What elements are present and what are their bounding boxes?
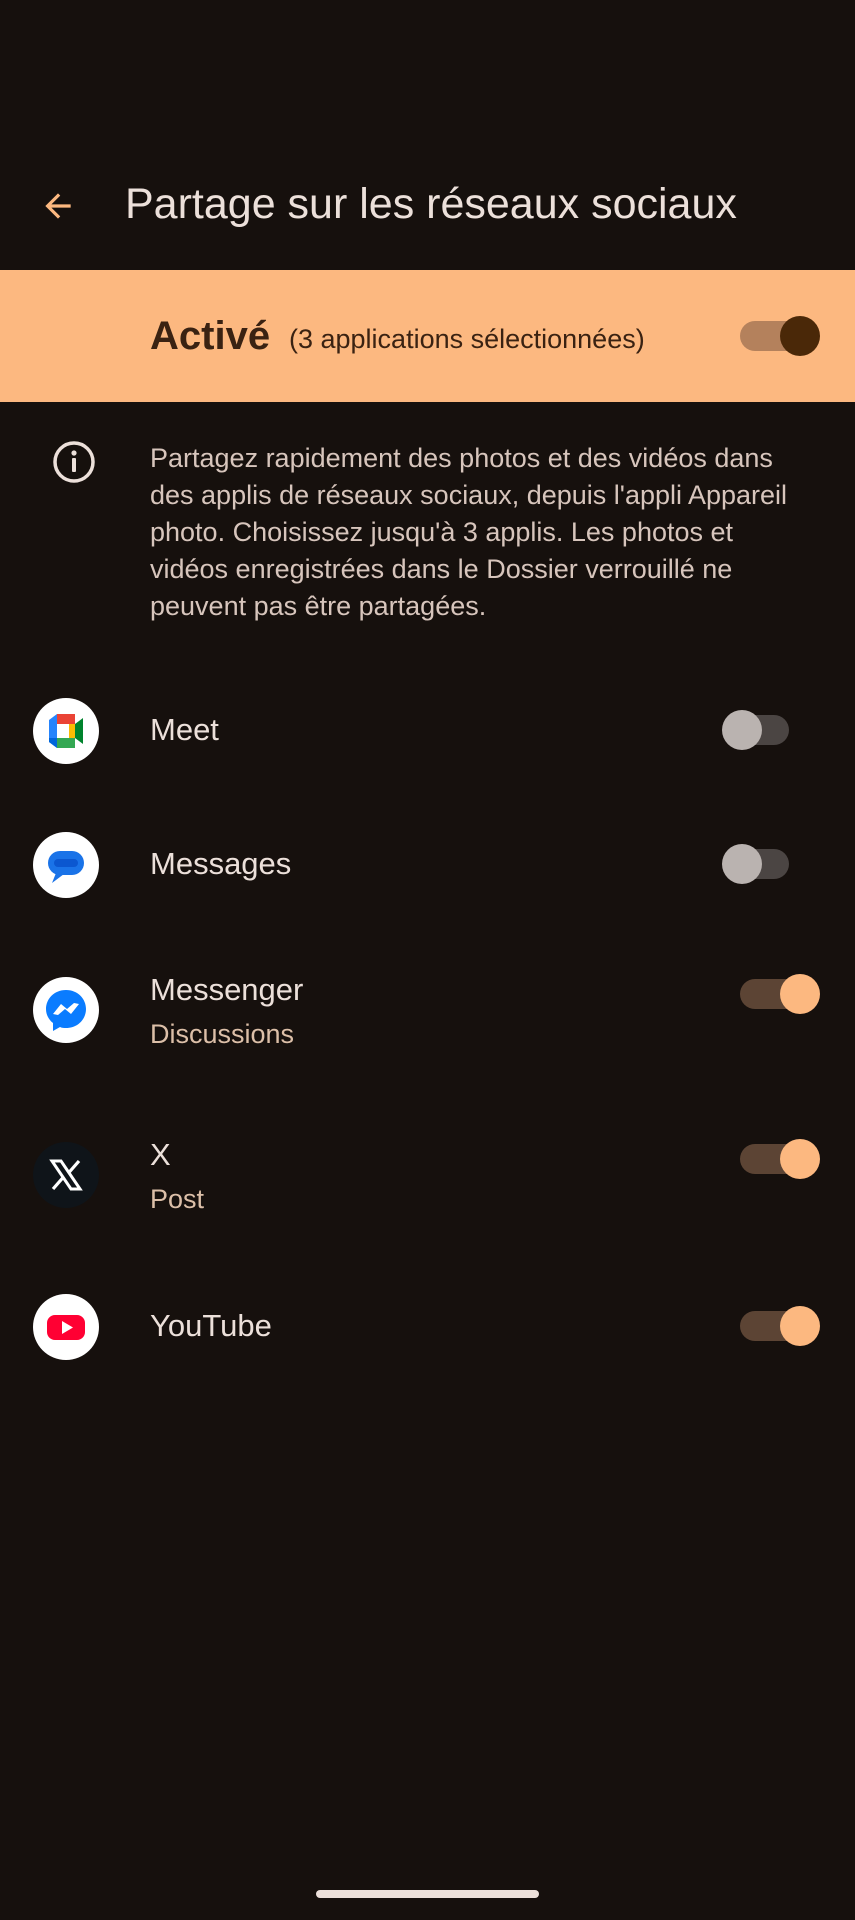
info-description: Partagez rapidement des photos et des vi… [150,443,788,621]
app-row-x[interactable]: X Post [0,1125,855,1255]
app-row-meet[interactable]: Meet [0,676,855,786]
master-status-label: Activé [150,314,271,358]
switch-thumb [780,974,820,1014]
app-row-youtube[interactable]: YouTube [0,1272,855,1382]
switch-thumb [780,1306,820,1346]
master-toggle-banner[interactable]: Activé (3 applications sélectionnées) [0,270,855,402]
page-title: Partage sur les réseaux sociaux [125,180,737,228]
app-row-messenger[interactable]: Messenger Discussions [0,960,855,1090]
back-button[interactable] [28,176,88,236]
info-icon [53,441,95,483]
switch-thumb [780,1139,820,1179]
meet-switch[interactable] [722,706,805,754]
app-subtitle: Discussions [150,1019,295,1049]
x-switch[interactable] [740,1135,820,1183]
switch-thumb [780,316,820,356]
messages-icon [33,832,99,898]
messenger-switch[interactable] [740,970,820,1018]
youtube-icon [33,1294,99,1360]
app-name: Meet [150,712,219,747]
x-icon [33,1142,99,1208]
switch-thumb [722,844,762,884]
app-subtitle: Post [150,1184,205,1214]
app-name: Messages [150,846,292,881]
master-switch[interactable] [740,312,820,360]
app-bar: Partage sur les réseaux sociaux [0,150,855,260]
messenger-icon [33,977,99,1043]
app-row-messages[interactable]: Messages [0,810,855,920]
switch-thumb [722,710,762,750]
app-name: YouTube [150,1308,272,1343]
app-name: Messenger [150,972,304,1007]
messages-switch[interactable] [722,840,805,888]
master-count-label: (3 applications sélectionnées) [289,324,645,354]
app-name: X [150,1137,171,1172]
home-indicator[interactable] [316,1890,539,1898]
arrow-left-icon [45,193,71,219]
youtube-switch[interactable] [740,1302,820,1350]
meet-icon [33,698,99,764]
